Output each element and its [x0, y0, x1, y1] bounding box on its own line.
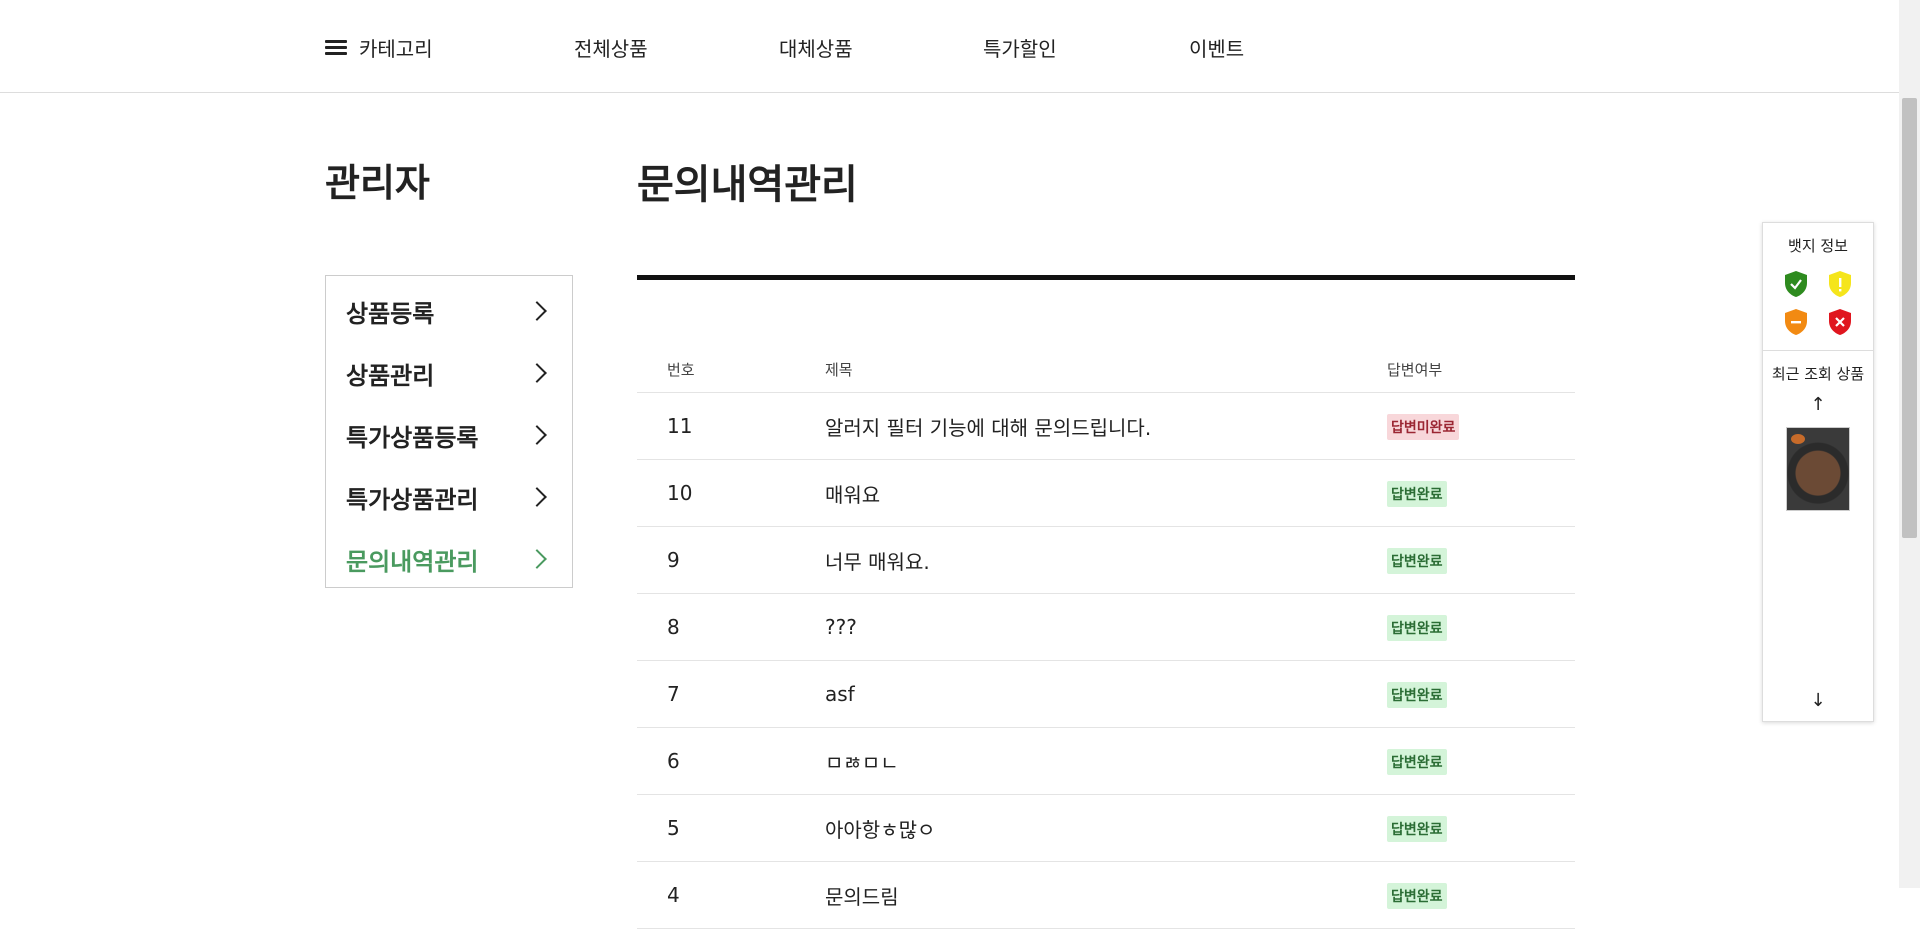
table-row[interactable]: 7 asf 답변완료	[637, 661, 1575, 728]
status-badge: 답변완료	[1387, 614, 1447, 641]
page-title: 문의내역관리	[637, 162, 858, 208]
table-row[interactable]: 11 알러지 필터 기능에 대해 문의드립니다. 답변미완료	[637, 393, 1575, 460]
badge-legend	[1783, 270, 1853, 336]
chevron-right-icon	[527, 487, 547, 507]
status-badge: 답변완료	[1387, 748, 1447, 775]
inquiry-table: 번호 제목 답변여부 11 알러지 필터 기능에 대해 문의드립니다. 답변미완…	[637, 346, 1575, 929]
row-title-link[interactable]: asf	[825, 682, 1387, 706]
floating-side-panel: 뱃지 정보 최근 조회 상품 ↑ ↓	[1762, 222, 1874, 722]
sidebar-item-inquiry-manage[interactable]: 문의내역관리	[326, 528, 572, 590]
chevron-right-icon	[527, 549, 547, 569]
column-header-title: 제목	[825, 360, 853, 379]
row-number: 7	[667, 682, 680, 706]
arrow-down-icon[interactable]: ↓	[1763, 690, 1873, 711]
red-shield-x-icon	[1829, 309, 1851, 335]
column-header-status: 답변여부	[1387, 360, 1443, 379]
status-badge: 답변완료	[1387, 681, 1447, 708]
sidebar-item-product-register[interactable]: 상품등록	[326, 280, 572, 342]
row-number: 5	[667, 816, 680, 840]
row-number: 9	[667, 548, 680, 572]
hamburger-icon	[325, 39, 347, 56]
badge-info-title: 뱃지 정보	[1788, 237, 1848, 255]
status-badge: 답변완료	[1387, 882, 1447, 909]
row-number: 6	[667, 749, 680, 773]
page-scrollbar[interactable]	[1899, 0, 1920, 888]
row-title-link[interactable]: 문의드림	[825, 881, 1387, 910]
chevron-right-icon	[527, 301, 547, 321]
nav-special-sale[interactable]: 특가할인	[983, 33, 1057, 62]
sidebar-item-label: 상품등록	[346, 299, 435, 328]
row-number: 10	[667, 481, 693, 505]
row-title-link[interactable]: 매워요	[825, 479, 1387, 508]
row-number: 8	[667, 615, 680, 639]
row-number: 11	[667, 414, 693, 438]
chevron-right-icon	[527, 363, 547, 383]
top-navigation: 카테고리 전체상품 대체상품 특가할인 이벤트	[0, 0, 1899, 93]
arrow-up-icon[interactable]: ↑	[1763, 394, 1873, 415]
nav-alternative-products[interactable]: 대체상품	[779, 33, 853, 62]
row-title-link[interactable]: ㅁㅀㅁㄴ	[825, 747, 1387, 776]
table-header: 번호 제목 답변여부	[637, 346, 1575, 393]
status-badge: 답변완료	[1387, 547, 1447, 574]
status-badge: 답변완료	[1387, 480, 1447, 507]
sidebar-menu: 상품등록 상품관리 특가상품등록 특가상품관리 문의내역관리	[325, 275, 573, 588]
nav-event[interactable]: 이벤트	[1189, 33, 1244, 62]
sidebar-item-label: 특가상품등록	[346, 423, 479, 452]
table-row[interactable]: 10 매워요 답변완료	[637, 460, 1575, 527]
table-row[interactable]: 8 ??? 답변완료	[637, 594, 1575, 661]
table-row[interactable]: 9 너무 매워요. 답변완료	[637, 527, 1575, 594]
category-label: 카테고리	[359, 37, 433, 61]
sidebar-item-special-register[interactable]: 특가상품등록	[326, 404, 572, 466]
sidebar-title: 관리자	[325, 161, 430, 205]
sidebar-item-label: 상품관리	[346, 361, 435, 390]
recent-products-title: 최근 조회 상품	[1771, 365, 1865, 383]
table-row[interactable]: 6 ㅁㅀㅁㄴ 답변완료	[637, 728, 1575, 795]
column-header-number: 번호	[667, 360, 695, 379]
table-row[interactable]: 4 문의드림 답변완료	[637, 862, 1575, 929]
row-title-link[interactable]: ???	[825, 615, 1387, 639]
status-badge: 답변완료	[1387, 815, 1447, 842]
yellow-shield-exclamation-icon	[1829, 271, 1851, 297]
sidebar-item-label: 특가상품관리	[346, 485, 479, 514]
row-title-link[interactable]: 아아항ㅎ많ㅇ	[825, 814, 1387, 843]
sidebar-item-label: 문의내역관리	[346, 547, 479, 576]
chevron-right-icon	[527, 425, 547, 445]
recent-product-thumbnail[interactable]	[1786, 427, 1850, 511]
nav-all-products[interactable]: 전체상품	[574, 33, 648, 62]
title-divider	[637, 275, 1575, 280]
scrollbar-thumb[interactable]	[1902, 98, 1917, 538]
row-title-link[interactable]: 너무 매워요.	[825, 546, 1387, 575]
panel-divider	[1763, 350, 1873, 351]
orange-shield-minus-icon	[1785, 309, 1807, 335]
status-badge: 답변미완료	[1387, 413, 1460, 440]
row-number: 4	[667, 883, 680, 907]
category-menu-button[interactable]: 카테고리	[325, 33, 433, 62]
sidebar-item-product-manage[interactable]: 상품관리	[326, 342, 572, 404]
table-row[interactable]: 5 아아항ㅎ많ㅇ 답변완료	[637, 795, 1575, 862]
green-shield-check-icon	[1785, 271, 1807, 297]
sidebar-item-special-manage[interactable]: 특가상품관리	[326, 466, 572, 528]
row-title-link[interactable]: 알러지 필터 기능에 대해 문의드립니다.	[825, 412, 1387, 441]
